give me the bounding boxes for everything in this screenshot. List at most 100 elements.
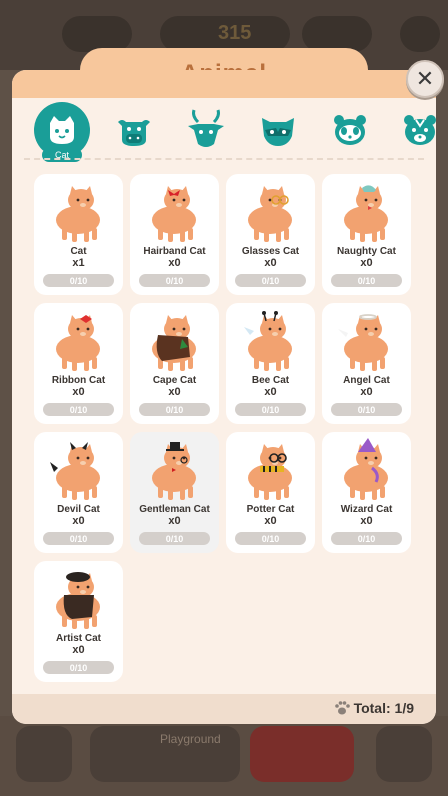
cat-card[interactable]: Angel Cat x0 0/10 [322, 303, 411, 424]
tab-antelope[interactable] [178, 102, 234, 158]
hud-bottom-left-button [16, 726, 72, 782]
cat-card[interactable]: Naughty Cat x0 0/10 [322, 174, 411, 295]
hud-hearts [62, 16, 132, 52]
cat-card[interactable]: Wizard Cat x0 0/10 [322, 432, 411, 553]
cat-figure-icon [56, 572, 100, 629]
cat-progress-bar: 0/10 [43, 274, 114, 287]
cat-figure-icon [56, 186, 100, 242]
cat-card[interactable]: Bee Cat x0 0/10 [226, 303, 315, 424]
hud-playground-button: Playground [90, 726, 240, 782]
close-icon: ✕ [415, 66, 435, 91]
tab-panda[interactable] [322, 102, 378, 158]
tab-raccoon[interactable] [250, 102, 306, 158]
cat-name: Hairband Cat [143, 246, 206, 257]
cat-progress-label: 0/10 [261, 404, 280, 415]
cat-name: Wizard Cat [340, 504, 393, 515]
cat-count: x0 [168, 515, 181, 527]
cat-count: x0 [264, 257, 277, 269]
tab-tiger[interactable] [392, 102, 436, 158]
cat-card[interactable]: Cape Cat x0 0/10 [130, 303, 219, 424]
raccoon-icon [262, 118, 294, 146]
cat-name: Gentleman Cat [139, 504, 210, 515]
cat-figure-icon [344, 185, 388, 242]
cat-progress-bar: 0/10 [43, 403, 114, 416]
cat-name: Artist Cat [55, 633, 101, 644]
cat-card[interactable]: Ribbon Cat x0 0/10 [34, 303, 123, 424]
cat-progress-label: 0/10 [357, 275, 376, 286]
cat-figure-icon [248, 444, 292, 500]
cat-name: Potter Cat [246, 504, 295, 515]
cat-progress-bar: 0/10 [43, 661, 114, 674]
animal-collection-modal: Cat Cat x1 0/10 Hairband Cat x0 0/10 Gla… [12, 70, 436, 724]
hud-settings [400, 16, 440, 52]
hud-currency-amount: 315 [218, 22, 252, 44]
cat-count: x0 [168, 386, 181, 398]
cat-progress-label: 0/10 [69, 533, 88, 544]
cat-progress-label: 0/10 [165, 533, 184, 544]
cat-name: Devil Cat [57, 504, 100, 515]
cat-progress-label: 0/10 [69, 404, 88, 415]
cat-progress-label: 0/10 [261, 533, 280, 544]
cat-progress-bar: 0/10 [139, 532, 210, 545]
cat-progress-bar: 0/10 [139, 274, 210, 287]
cat-card[interactable]: Gentleman Cat x0 0/10 [130, 432, 219, 553]
hud-currency: 315 [160, 16, 290, 52]
cat-count: x0 [360, 386, 373, 398]
cat-name: Naughty Cat [337, 246, 396, 257]
modal-footer: Total: 1/9 [12, 694, 436, 724]
cat-card[interactable]: Potter Cat x0 0/10 [226, 432, 315, 553]
cat-figure-icon [50, 442, 100, 500]
cat-count: x0 [264, 515, 277, 527]
cat-figure-icon [344, 438, 388, 500]
cat-count: x0 [72, 386, 85, 398]
cat-name: Angel Cat [343, 375, 390, 386]
cat-card[interactable]: Hairband Cat x0 0/10 [130, 174, 219, 295]
cow-icon [118, 120, 150, 146]
total-counter: Total: 1/9 [334, 700, 414, 716]
cat-figure-icon [152, 315, 196, 371]
cat-progress-bar: 0/10 [331, 403, 402, 416]
close-button[interactable]: ✕ [406, 60, 444, 98]
cat-progress-bar: 0/10 [331, 274, 402, 287]
cat-figure-icon [338, 314, 388, 371]
cat-count: x1 [72, 257, 85, 269]
cat-count: x0 [72, 644, 85, 656]
cat-icon [50, 116, 74, 144]
tab-cow[interactable] [106, 102, 162, 158]
modal-header-band [12, 70, 436, 98]
cat-progress-bar: 0/10 [139, 403, 210, 416]
tiger-icon [404, 115, 436, 145]
hud-playground-label: Playground [160, 732, 221, 746]
cat-progress-bar: 0/10 [235, 274, 306, 287]
cat-progress-label: 0/10 [357, 533, 376, 544]
cat-progress-bar: 0/10 [331, 532, 402, 545]
hud-gems [302, 16, 372, 52]
antelope-icon [188, 109, 224, 147]
cat-card[interactable]: Devil Cat x0 0/10 [34, 432, 123, 553]
cat-progress-label: 0/10 [69, 662, 88, 673]
cat-name: Cape Cat [152, 375, 197, 386]
cat-figure-icon [152, 442, 196, 500]
paw-icon [334, 701, 350, 715]
animal-type-tabs: Cat [34, 102, 436, 162]
cat-figure-icon [248, 186, 292, 242]
cat-figure-icon [244, 311, 292, 371]
cat-card[interactable]: Cat x1 0/10 [34, 174, 123, 295]
cat-name: Cat [70, 246, 87, 257]
cat-count: x0 [264, 386, 277, 398]
hud-red-button [250, 726, 354, 782]
cat-progress-bar: 0/10 [235, 403, 306, 416]
cat-figure-icon [152, 186, 196, 242]
cat-count: x0 [360, 515, 373, 527]
cat-name: Glasses Cat [241, 246, 300, 257]
tab-divider [24, 158, 424, 160]
hud-bottom-right-button [376, 726, 432, 782]
cat-progress-bar: 0/10 [235, 532, 306, 545]
cat-figure-icon [56, 315, 100, 371]
tab-cat[interactable]: Cat [34, 102, 90, 162]
cat-count: x0 [360, 257, 373, 269]
cat-card[interactable]: Artist Cat x0 0/10 [34, 561, 123, 682]
cat-progress-label: 0/10 [165, 404, 184, 415]
total-label: Total: 1/9 [353, 700, 414, 716]
cat-card[interactable]: Glasses Cat x0 0/10 [226, 174, 315, 295]
